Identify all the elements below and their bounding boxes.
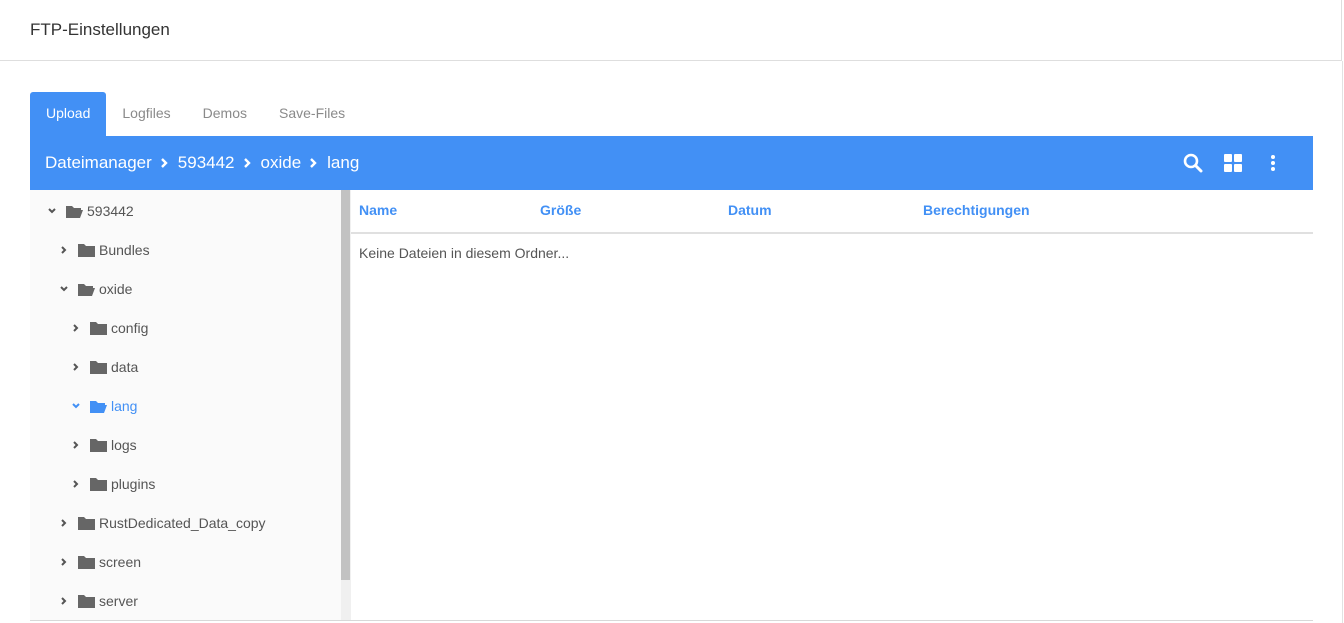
- tree-item-label: lang: [111, 398, 138, 414]
- tab-bar: Upload Logfiles Demos Save-Files: [30, 92, 361, 136]
- folder-icon: [78, 244, 95, 257]
- tab-demos[interactable]: Demos: [187, 92, 263, 136]
- tree-item-config[interactable]: config: [68, 316, 148, 340]
- folder-icon: [90, 361, 107, 374]
- tree-scrollbar[interactable]: [341, 190, 351, 620]
- tree-item-label: server: [99, 593, 138, 609]
- tree-item-plugins[interactable]: plugins: [68, 472, 155, 496]
- tree-item-label: data: [111, 359, 139, 375]
- breadcrumb-593442[interactable]: 593442: [178, 153, 235, 173]
- page-header: FTP-Einstellungen: [0, 0, 1342, 61]
- breadcrumb: Dateimanager 593442 oxide lang: [45, 136, 359, 190]
- folder-icon: [90, 439, 107, 452]
- chevron-right-icon[interactable]: [56, 515, 72, 531]
- tree-item-label: config: [111, 320, 149, 336]
- more-vert-icon: [1271, 155, 1275, 171]
- tree-item-screen[interactable]: screen: [56, 550, 141, 574]
- chevron-right-icon[interactable]: [68, 476, 84, 492]
- tree-item-logs[interactable]: logs: [68, 433, 137, 457]
- tab-upload[interactable]: Upload: [30, 92, 107, 136]
- chevron-down-icon[interactable]: [68, 398, 84, 414]
- empty-folder-message: Keine Dateien in diesem Ordner...: [359, 245, 570, 261]
- folder-open-icon: [78, 284, 95, 296]
- tree-item-lang[interactable]: lang: [68, 394, 137, 418]
- tree-item-label: 593442: [87, 203, 134, 219]
- chevron-right-icon: [310, 158, 317, 168]
- file-manager-toolbar: Dateimanager 593442 oxide lang: [30, 136, 1313, 190]
- chevron-right-icon[interactable]: [56, 593, 72, 609]
- column-permissions[interactable]: Berechtigungen: [923, 202, 1030, 218]
- panel-bottom-border: [30, 620, 1313, 621]
- chevron-right-icon: [160, 158, 168, 168]
- tree-item-label: plugins: [111, 476, 156, 492]
- file-list: Name Größe Datum Berechtigungen Keine Da…: [351, 190, 1313, 620]
- folder-icon: [78, 556, 95, 569]
- breadcrumb-root[interactable]: Dateimanager: [45, 153, 152, 173]
- tree-item-label: oxide: [99, 281, 133, 297]
- search-button[interactable]: [1173, 143, 1213, 183]
- chevron-right-icon[interactable]: [68, 437, 84, 453]
- column-date[interactable]: Datum: [728, 202, 772, 218]
- breadcrumb-lang[interactable]: lang: [327, 153, 359, 173]
- folder-icon: [78, 595, 95, 608]
- chevron-right-icon[interactable]: [68, 320, 84, 336]
- panel-border: [1342, 61, 1343, 623]
- page-title: FTP-Einstellungen: [30, 20, 170, 39]
- grid-view-button[interactable]: [1213, 143, 1253, 183]
- tree-item-oxide[interactable]: oxide: [56, 277, 132, 301]
- chevron-right-icon[interactable]: [68, 359, 84, 375]
- folder-icon: [90, 478, 107, 491]
- folder-icon: [78, 517, 95, 530]
- chevron-down-icon[interactable]: [44, 203, 60, 219]
- folder-tree: 593442 Bundles oxide config data lang lo…: [30, 190, 341, 620]
- chevron-down-icon[interactable]: [56, 281, 72, 297]
- tree-item-bundles[interactable]: Bundles: [56, 238, 150, 262]
- breadcrumb-oxide[interactable]: oxide: [261, 153, 302, 173]
- file-list-header: Name Größe Datum Berechtigungen: [351, 190, 1313, 234]
- tree-item-label: RustDedicated_Data_copy: [99, 515, 266, 531]
- tree-item-server[interactable]: server: [56, 589, 138, 613]
- tree-scrollbar-thumb[interactable]: [341, 190, 350, 580]
- tree-item-label: Bundles: [99, 242, 150, 258]
- more-options-button[interactable]: [1253, 143, 1293, 183]
- grid-view-icon: [1224, 154, 1242, 172]
- folder-open-icon: [90, 401, 107, 413]
- tree-item-label: logs: [111, 437, 137, 453]
- chevron-right-icon[interactable]: [56, 554, 72, 570]
- folder-open-icon: [66, 206, 83, 218]
- tree-item-593442[interactable]: 593442: [44, 199, 134, 223]
- tab-save-files[interactable]: Save-Files: [263, 92, 361, 136]
- column-size[interactable]: Größe: [540, 202, 581, 218]
- chevron-right-icon[interactable]: [56, 242, 72, 258]
- chevron-right-icon: [243, 158, 251, 168]
- column-name[interactable]: Name: [359, 202, 397, 218]
- tree-item-rustdedicated-data-copy[interactable]: RustDedicated_Data_copy: [56, 511, 266, 535]
- tab-logfiles[interactable]: Logfiles: [106, 92, 186, 136]
- search-icon: [1183, 153, 1203, 173]
- tree-item-data[interactable]: data: [68, 355, 138, 379]
- tree-item-label: screen: [99, 554, 142, 570]
- toolbar-actions: [1173, 136, 1293, 190]
- folder-icon: [90, 322, 107, 335]
